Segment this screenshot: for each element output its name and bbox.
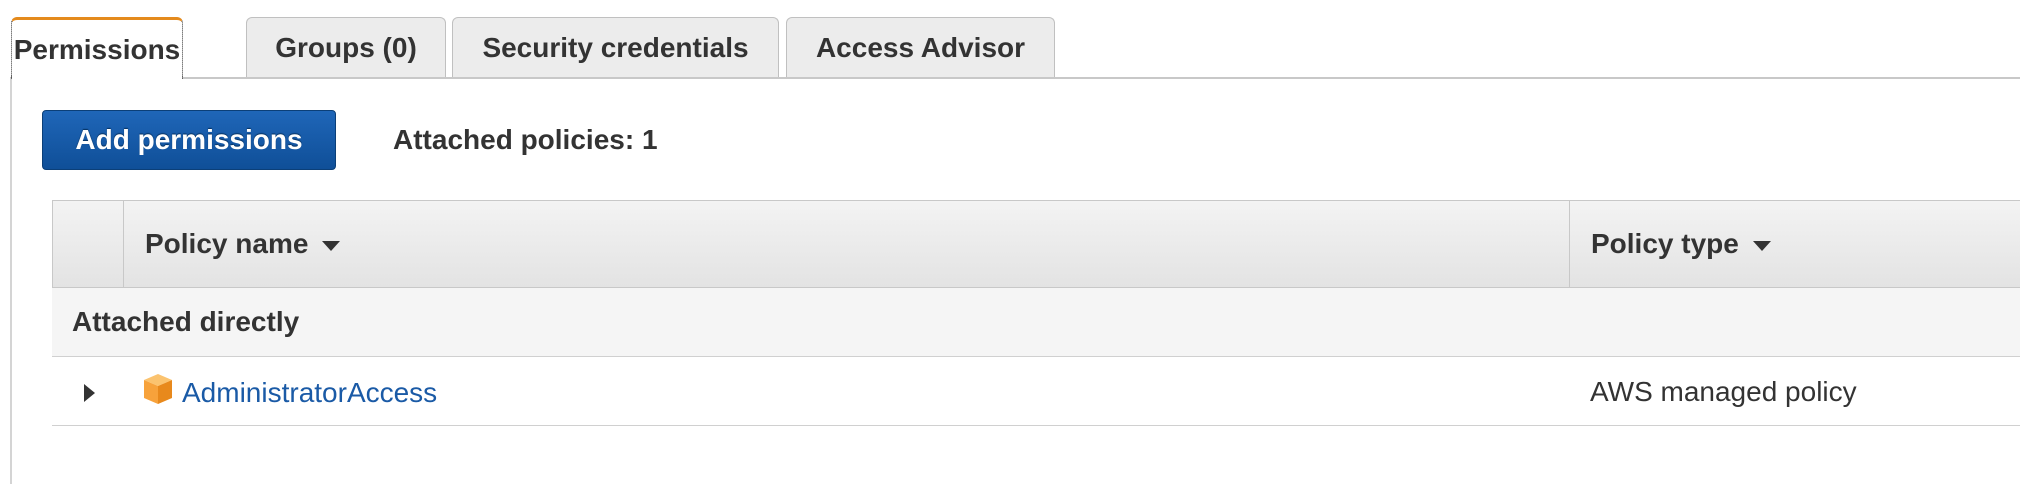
group-label: Attached directly [72,306,300,337]
tab-security-credentials[interactable]: Security credentials [452,17,779,77]
attached-policies-count: Attached policies: 1 [393,124,658,155]
tab-access-advisor[interactable]: Access Advisor [786,17,1055,77]
sort-caret-icon [1752,241,1771,251]
policy-type-header-label: Policy type [1591,228,1739,259]
policies-table: Policy name Policy type Attached directl… [52,200,2020,426]
tab-label: Security credentials [482,31,749,63]
tab-label: Permissions [13,33,181,65]
add-permissions-button[interactable]: Add permissions [42,110,336,170]
tab-label: Groups (0) [275,31,417,63]
tab-label: Access Advisor [815,31,1026,63]
add-permissions-label: Add permissions [75,124,303,155]
sort-caret-icon [322,241,341,251]
policy-type-cell: AWS managed policy [1590,376,1857,407]
tab-groups[interactable]: Groups (0) [246,17,446,77]
policy-name-header-label: Policy name [145,228,309,259]
aws-managed-policy-cube-icon [144,374,172,404]
select-column-header [53,201,124,287]
policy-type-column-header[interactable]: Policy type [1570,201,2020,287]
expand-arrow-icon[interactable] [84,384,95,402]
policy-name-link[interactable]: AdministratorAccess [182,377,437,409]
table-header: Policy name Policy type [52,200,2020,288]
tab-permissions[interactable]: Permissions [11,17,183,79]
tab-bar: Permissions Groups (0) Security credenti… [0,0,2020,79]
policy-name-column-header[interactable]: Policy name [124,201,1570,287]
table-row: AdministratorAccess AWS managed policy [52,357,2020,426]
group-row-attached-directly: Attached directly [52,288,2020,357]
